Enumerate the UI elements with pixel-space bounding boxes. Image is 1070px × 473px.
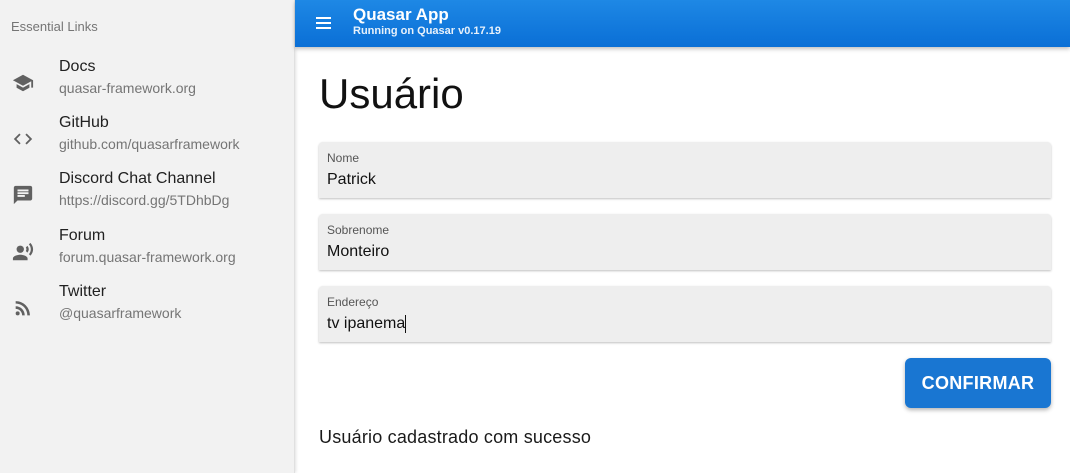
chat-icon <box>12 184 34 206</box>
app-title: Quasar App <box>353 5 449 24</box>
text-caret <box>405 315 406 333</box>
school-icon <box>12 72 34 94</box>
rss-feed-icon <box>12 297 34 319</box>
drawer-item-sublabel: https://discord.gg/5TDhbDg <box>59 192 230 208</box>
app-subtitle: Running on Quasar v0.17.19 <box>353 25 501 37</box>
drawer-header: Essential Links <box>11 19 98 34</box>
drawer-item-label: Twitter <box>59 283 107 300</box>
endereco-field[interactable]: Endereço <box>319 286 1051 342</box>
drawer-item-label: GitHub <box>59 114 109 131</box>
nome-field-label: Nome <box>327 151 360 165</box>
navigation-drawer: Essential Links Docs quasar-framework.or… <box>0 0 295 473</box>
record-voice-icon <box>12 241 34 263</box>
page-title: Usuário <box>319 70 464 117</box>
drawer-item-github[interactable]: GitHub github.com/quasarframework <box>0 114 295 170</box>
endereco-input[interactable] <box>327 313 1027 335</box>
drawer-item-docs[interactable]: Docs quasar-framework.org <box>0 58 295 114</box>
sobrenome-field[interactable]: Sobrenome <box>319 214 1051 270</box>
nome-field[interactable]: Nome <box>319 142 1051 198</box>
drawer-item-label: Discord Chat Channel <box>59 170 216 187</box>
app-toolbar: Quasar App Running on Quasar v0.17.19 <box>295 0 1070 47</box>
drawer-item-twitter[interactable]: Twitter @quasarframework <box>0 283 295 339</box>
sobrenome-field-label: Sobrenome <box>327 223 390 237</box>
drawer-item-forum[interactable]: Forum forum.quasar-framework.org <box>0 227 295 283</box>
confirm-button[interactable]: CONFIRMAR <box>905 358 1051 408</box>
drawer-item-label: Forum <box>59 227 106 244</box>
nome-input[interactable] <box>327 169 1027 191</box>
menu-icon[interactable] <box>313 13 335 33</box>
drawer-item-sublabel: github.com/quasarframework <box>59 136 240 152</box>
drawer-item-label: Docs <box>59 58 96 75</box>
drawer-item-sublabel: quasar-framework.org <box>59 80 196 96</box>
drawer-item-discord[interactable]: Discord Chat Channel https://discord.gg/… <box>0 170 295 226</box>
drawer-item-sublabel: @quasarframework <box>59 305 182 321</box>
endereco-field-label: Endereço <box>327 295 379 309</box>
code-icon <box>12 128 34 150</box>
success-message: Usuário cadastrado com sucesso <box>319 427 592 447</box>
drawer-item-sublabel: forum.quasar-framework.org <box>59 249 236 265</box>
sobrenome-input[interactable] <box>327 241 1027 263</box>
